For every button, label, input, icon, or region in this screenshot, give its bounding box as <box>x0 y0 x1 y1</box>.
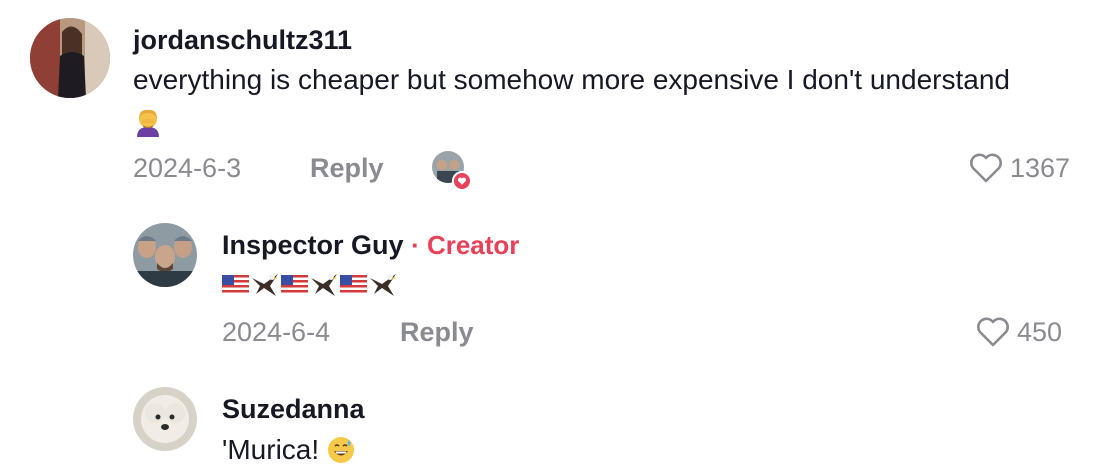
eagle-icon <box>250 270 280 300</box>
comment-username[interactable]: Suzedanna <box>222 393 365 425</box>
comment-username[interactable]: jordanschultz311 <box>133 24 352 56</box>
reply-button[interactable]: Reply <box>400 316 474 348</box>
comment-text: 'Murica! <box>222 434 320 465</box>
us-flag-icon <box>222 275 249 295</box>
like-count: 1367 <box>1010 153 1071 183</box>
like-button[interactable]: 1367 <box>968 152 1070 184</box>
comment-date: 2024-6-3 <box>133 153 242 183</box>
creator-liked-indicator <box>432 151 472 191</box>
avatar[interactable] <box>133 223 197 287</box>
comment-username[interactable]: Inspector Guy · Creator <box>222 229 519 261</box>
eagle-icon <box>368 270 398 300</box>
us-flag-icon <box>281 275 308 295</box>
heart-badge-icon <box>452 171 472 191</box>
username-text: Inspector Guy <box>222 230 404 260</box>
eagle-icon <box>309 270 339 300</box>
grinning-sweat-emoji-icon <box>327 436 355 464</box>
heart-icon <box>975 316 1011 348</box>
comment-text <box>222 270 398 300</box>
like-button[interactable]: 450 <box>975 316 1062 348</box>
comment-text: everything is cheaper but somehow more e… <box>133 64 1010 95</box>
comment-date: 2024-6-4 <box>222 317 331 347</box>
avatar[interactable] <box>133 387 197 451</box>
woman-facepalming-emoji-icon <box>133 107 163 137</box>
heart-icon <box>968 152 1004 184</box>
avatar[interactable] <box>30 18 110 98</box>
us-flag-icon <box>340 275 367 295</box>
reply-button[interactable]: Reply <box>310 152 384 184</box>
comment-text-row: 'Murica! <box>222 433 355 467</box>
creator-badge: · Creator <box>411 230 520 260</box>
like-count: 450 <box>1017 317 1063 347</box>
